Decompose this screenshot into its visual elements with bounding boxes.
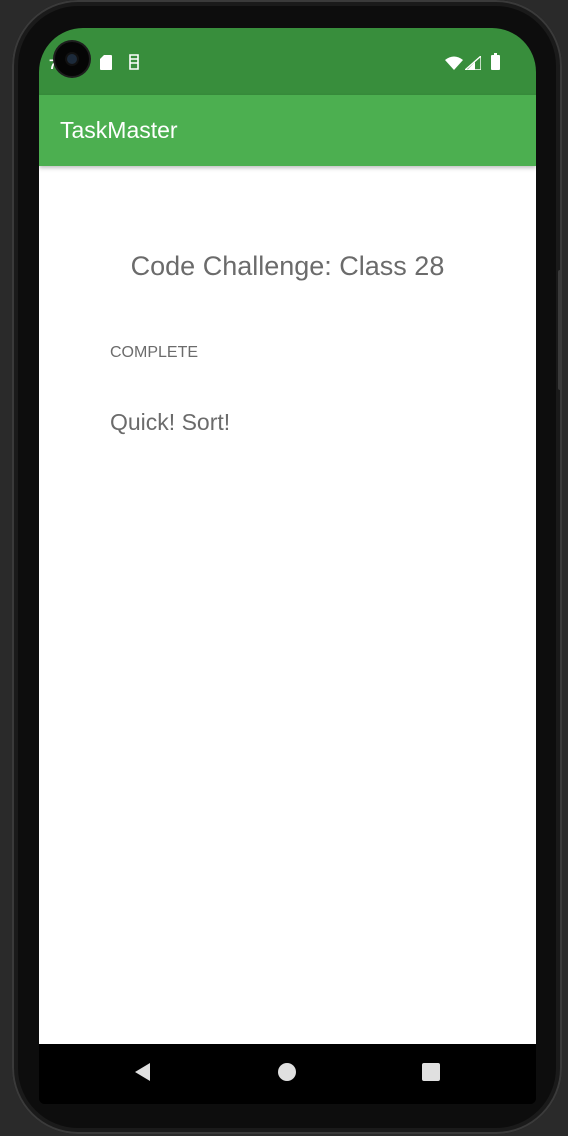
task-detail-content: Code Challenge: Class 28 COMPLETE Quick!… [39, 166, 536, 1044]
wifi-icon [445, 56, 463, 70]
home-icon[interactable] [275, 1060, 299, 1084]
phone-screen: 7 TaskMaster Code Challenge: Class 28 CO… [39, 28, 536, 1104]
task-body: Quick! Sort! [110, 409, 231, 435]
front-camera [55, 42, 89, 76]
app-title: TaskMaster [60, 117, 178, 143]
cell-signal-icon [465, 56, 481, 70]
task-state: COMPLETE [110, 344, 199, 361]
app-bar: TaskMaster [39, 95, 536, 166]
sd-card-icon [100, 55, 112, 70]
battery-icon [491, 53, 500, 70]
system-nav-bar [39, 1044, 536, 1104]
recents-icon[interactable] [419, 1060, 443, 1084]
power-button [558, 270, 562, 390]
back-icon[interactable] [131, 1060, 155, 1084]
sim-icon [129, 54, 139, 70]
task-title: Code Challenge: Class 28 [130, 251, 445, 281]
status-bar: 7 [39, 28, 536, 95]
